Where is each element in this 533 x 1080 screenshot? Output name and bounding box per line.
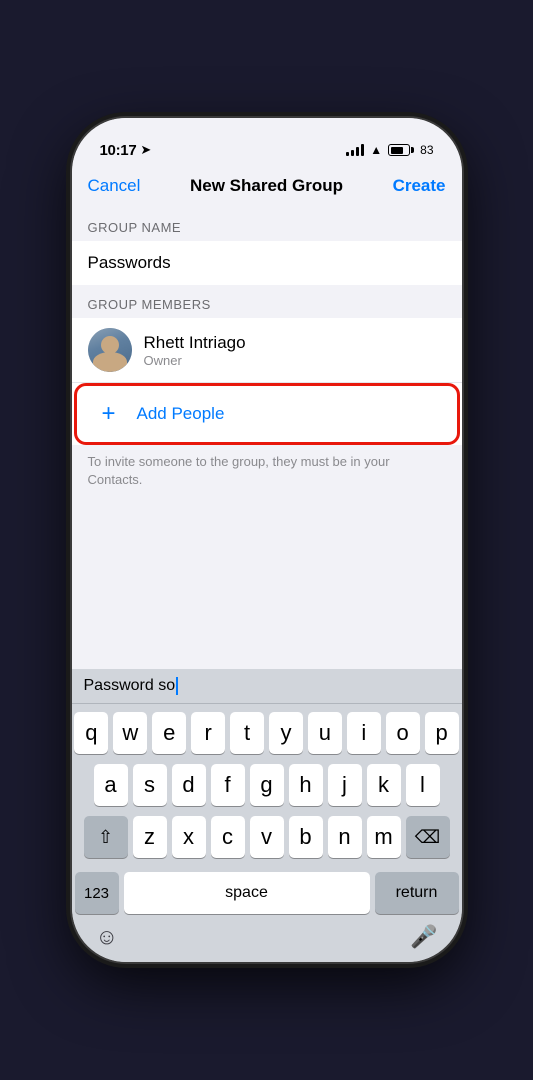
member-card: Rhett Intriago Owner + Add People — [72, 318, 462, 445]
bottom-row: 123 space return — [72, 872, 462, 914]
key-q[interactable]: q — [74, 712, 108, 754]
phone-frame: 10:17 ➤ ▲ 83 Cancel New Shared Gro — [72, 118, 462, 962]
return-key[interactable]: return — [375, 872, 459, 914]
battery-icon — [388, 144, 414, 156]
key-k[interactable]: k — [367, 764, 401, 806]
key-w[interactable]: w — [113, 712, 147, 754]
nav-header: Cancel New Shared Group Create — [72, 168, 462, 208]
key-u[interactable]: u — [308, 712, 342, 754]
member-info: Rhett Intriago Owner — [144, 333, 446, 368]
key-n[interactable]: n — [328, 816, 362, 858]
space-key[interactable]: space — [124, 872, 370, 914]
key-y[interactable]: y — [269, 712, 303, 754]
page-title: New Shared Group — [190, 176, 343, 196]
battery-percent: 83 — [420, 143, 433, 157]
cancel-button[interactable]: Cancel — [88, 176, 141, 196]
shift-key[interactable]: ⇧ — [84, 816, 128, 858]
key-g[interactable]: g — [250, 764, 284, 806]
location-icon: ➤ — [140, 142, 151, 158]
keyboard-area: Password so q w e r t y u i o p — [72, 669, 462, 962]
key-m[interactable]: m — [367, 816, 401, 858]
members-section: GROUP MEMBERS Rhett Intriago Owner — [72, 285, 462, 505]
status-bar: 10:17 ➤ ▲ 83 — [72, 118, 462, 168]
backspace-key[interactable]: ⌫ — [406, 816, 450, 858]
suggestion-text: Password so — [84, 677, 176, 695]
key-s[interactable]: s — [133, 764, 167, 806]
key-l[interactable]: l — [406, 764, 440, 806]
key-f[interactable]: f — [211, 764, 245, 806]
suggestion-bar: Password so — [72, 669, 462, 704]
plus-icon: + — [93, 398, 125, 430]
add-people-label: Add People — [137, 404, 225, 424]
numbers-key[interactable]: 123 — [75, 872, 119, 914]
group-name-label: GROUP NAME — [72, 208, 462, 241]
key-e[interactable]: e — [152, 712, 186, 754]
key-row-2: a s d f g h j k l — [75, 764, 459, 806]
cursor — [176, 677, 178, 695]
content-area: GROUP NAME GROUP MEMBERS Rhett Intriago — [72, 208, 462, 505]
group-name-input-row[interactable] — [72, 241, 462, 285]
emoji-key[interactable]: ☺ — [96, 924, 118, 950]
member-row: Rhett Intriago Owner — [72, 318, 462, 383]
group-name-input[interactable] — [88, 253, 446, 273]
wifi-icon: ▲ — [370, 143, 382, 157]
key-t[interactable]: t — [230, 712, 264, 754]
member-name: Rhett Intriago — [144, 333, 446, 353]
key-d[interactable]: d — [172, 764, 206, 806]
key-x[interactable]: x — [172, 816, 206, 858]
key-b[interactable]: b — [289, 816, 323, 858]
member-role: Owner — [144, 353, 446, 368]
key-r[interactable]: r — [191, 712, 225, 754]
group-members-label: GROUP MEMBERS — [72, 285, 462, 318]
microphone-key[interactable]: 🎤 — [410, 924, 437, 950]
signal-bars — [346, 144, 364, 156]
status-icons: ▲ 83 — [346, 143, 433, 157]
key-z[interactable]: z — [133, 816, 167, 858]
key-c[interactable]: c — [211, 816, 245, 858]
key-j[interactable]: j — [328, 764, 362, 806]
add-people-button[interactable]: + Add People — [74, 383, 460, 445]
key-i[interactable]: i — [347, 712, 381, 754]
key-v[interactable]: v — [250, 816, 284, 858]
emoji-mic-row: ☺ 🎤 — [72, 920, 462, 962]
avatar — [88, 328, 132, 372]
key-a[interactable]: a — [94, 764, 128, 806]
key-o[interactable]: o — [386, 712, 420, 754]
status-time: 10:17 — [100, 142, 137, 159]
keyboard-rows: q w e r t y u i o p a s d f g — [72, 704, 462, 872]
phone-screen: 10:17 ➤ ▲ 83 Cancel New Shared Gro — [72, 118, 462, 962]
key-p[interactable]: p — [425, 712, 459, 754]
create-button[interactable]: Create — [393, 176, 446, 196]
key-h[interactable]: h — [289, 764, 323, 806]
invite-note: To invite someone to the group, they mus… — [72, 445, 462, 505]
key-row-1: q w e r t y u i o p — [75, 712, 459, 754]
key-row-3: ⇧ z x c v b n m ⌫ — [75, 816, 459, 858]
